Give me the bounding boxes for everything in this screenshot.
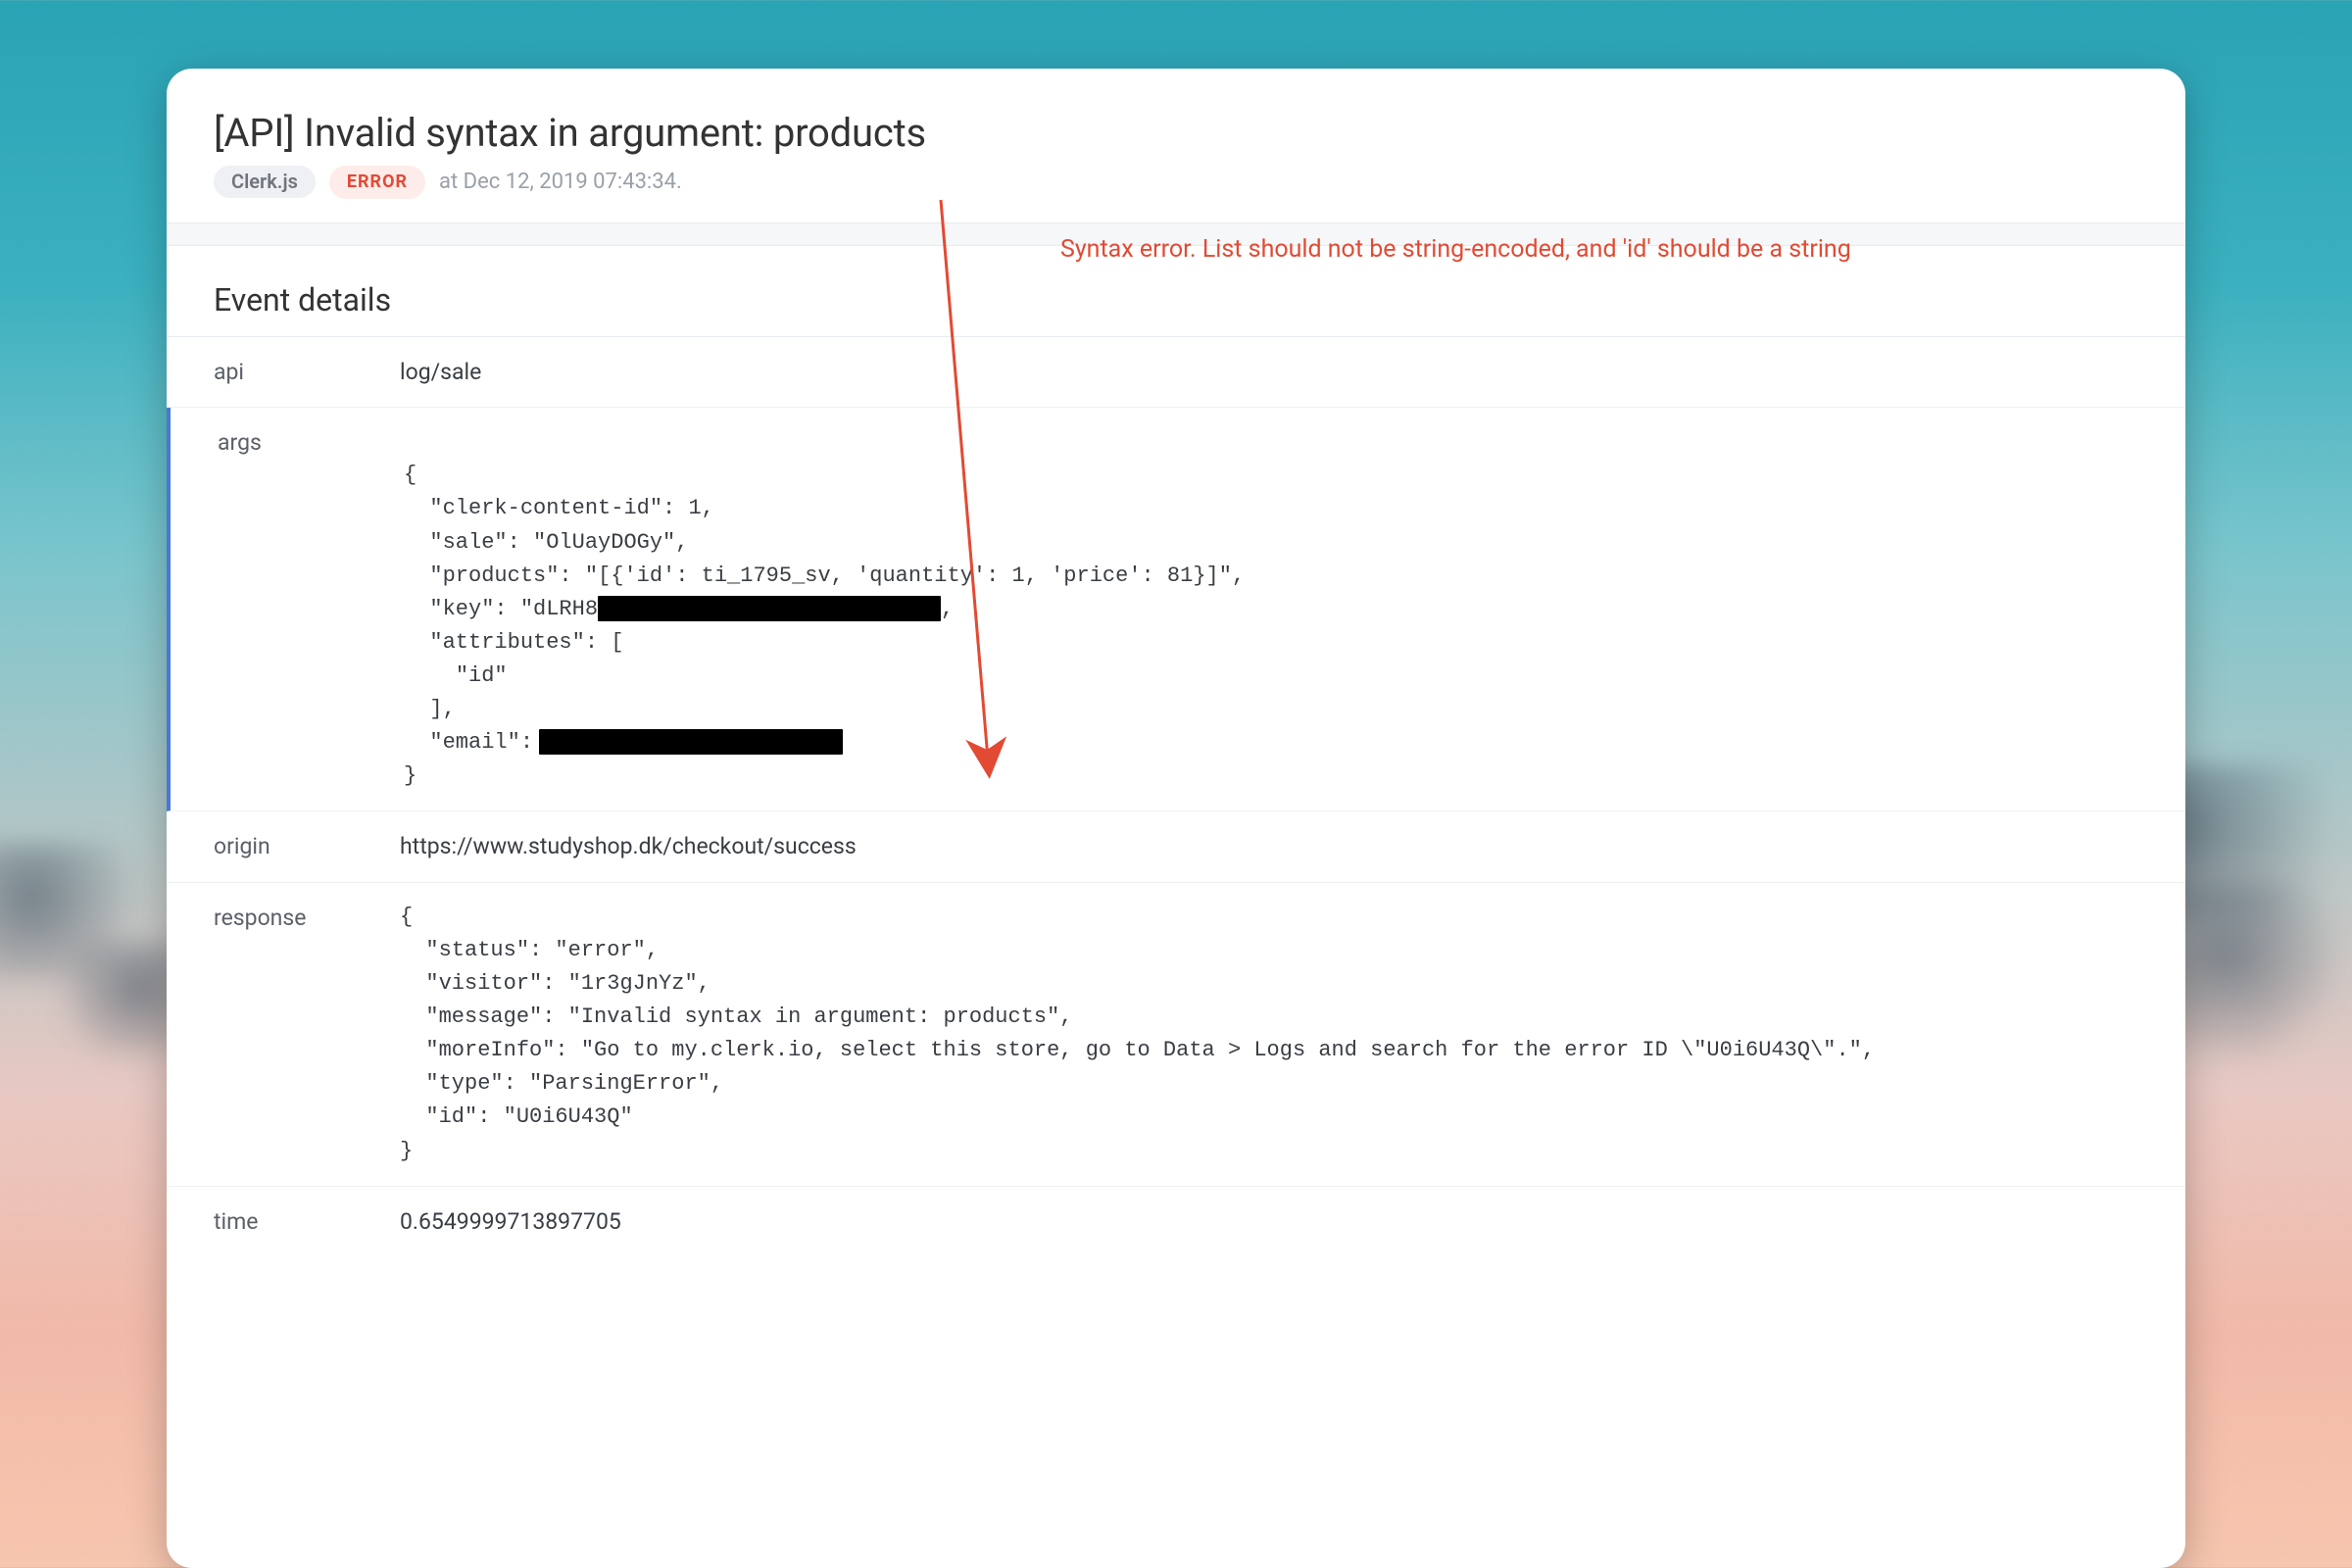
code-line-email-prefix: "email": bbox=[404, 730, 533, 755]
page-title: [API] Invalid syntax in argument: produc… bbox=[214, 110, 2138, 156]
row-value-code: { "status": "error", "visitor": "1r3gJnY… bbox=[400, 901, 2138, 1168]
code-line: ], bbox=[404, 697, 456, 721]
row-label: origin bbox=[214, 829, 400, 859]
code-line: "sale": "OlUayDOGy", bbox=[404, 530, 688, 555]
source-badge: Clerk.js bbox=[214, 166, 316, 198]
row-value: log/sale bbox=[400, 355, 2138, 390]
level-badge: ERROR bbox=[329, 166, 425, 199]
row-label: api bbox=[214, 355, 400, 385]
row-label: args bbox=[218, 425, 404, 456]
code-line-key-prefix: "key": "dLRH8 bbox=[404, 597, 598, 621]
row-response: response { "status": "error", "visitor":… bbox=[167, 883, 2185, 1187]
card-header: [API] Invalid syntax in argument: produc… bbox=[167, 69, 2185, 222]
row-time: time 0.6549999713897705 bbox=[167, 1187, 2185, 1257]
row-label: time bbox=[214, 1204, 400, 1235]
row-value: 0.6549999713897705 bbox=[400, 1204, 2138, 1240]
row-value: https://www.studyshop.dk/checkout/succes… bbox=[400, 829, 2138, 864]
section-title: Event details bbox=[214, 281, 2138, 318]
code-line: { bbox=[404, 463, 416, 487]
row-args[interactable]: args { "clerk-content-id": 1, "sale": "O… bbox=[167, 408, 2185, 811]
row-api: api log/sale bbox=[167, 337, 2185, 409]
row-origin: origin https://www.studyshop.dk/checkout… bbox=[167, 811, 2185, 883]
code-line: "products": "[{'id': ti_1795_sv, 'quanti… bbox=[404, 564, 1245, 588]
code-line: } bbox=[404, 763, 416, 788]
row-value-code: { "clerk-content-id": 1, "sale": "OlUayD… bbox=[404, 425, 2138, 793]
code-line: "attributes": [ bbox=[404, 630, 623, 655]
redacted-email bbox=[539, 729, 843, 755]
code-line: "clerk-content-id": 1, bbox=[404, 496, 714, 520]
redacted-key bbox=[598, 596, 941, 621]
code-line-key-suffix: , bbox=[941, 597, 954, 621]
annotation-text: Syntax error. List should not be string-… bbox=[1060, 235, 1851, 264]
log-detail-card: [API] Invalid syntax in argument: produc… bbox=[167, 69, 2185, 1568]
meta-row: Clerk.js ERROR at Dec 12, 2019 07:43:34. bbox=[214, 166, 2138, 199]
code-line: "id" bbox=[404, 663, 508, 688]
row-label: response bbox=[214, 901, 400, 931]
timestamp: at Dec 12, 2019 07:43:34. bbox=[439, 170, 682, 194]
